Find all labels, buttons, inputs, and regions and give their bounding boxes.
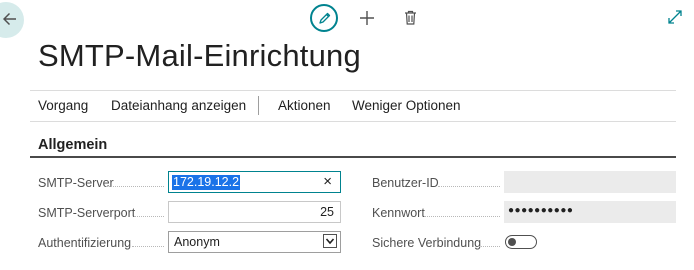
expand-button[interactable] — [668, 10, 682, 29]
password-input[interactable]: ●●●●●●●●●● — [504, 201, 676, 223]
smtp-port-leader — [134, 216, 164, 217]
password-leader — [424, 216, 500, 217]
secure-connection-leader — [478, 246, 500, 247]
password-label: Kennwort — [372, 206, 425, 220]
back-button[interactable] — [0, 2, 24, 38]
delete-button[interactable] — [404, 10, 417, 31]
edit-button[interactable] — [310, 4, 338, 32]
auth-label: Authentifizierung — [38, 236, 132, 250]
action-bar: Vorgang Dateianhang anzeigen Aktionen We… — [30, 90, 676, 122]
secure-connection-toggle[interactable] — [505, 235, 537, 249]
chevron-down-icon[interactable] — [323, 234, 337, 248]
user-id-leader — [438, 186, 500, 187]
smtp-server-leader — [106, 186, 164, 187]
auth-value: Anonym — [174, 235, 220, 249]
action-dateianhang-anzeigen[interactable]: Dateianhang anzeigen — [111, 98, 246, 113]
section-divider — [30, 156, 676, 158]
smtp-server-input[interactable]: 172.19.12.215 × — [168, 171, 341, 193]
password-value: ●●●●●●●●●● — [508, 205, 574, 216]
auth-select[interactable]: Anonym — [168, 231, 341, 253]
expand-icon — [668, 10, 682, 24]
auth-leader — [132, 246, 164, 247]
pencil-icon — [319, 12, 331, 24]
smtp-port-input[interactable]: 25 — [168, 201, 341, 223]
smtp-server-value: 172.19.12.215 — [173, 175, 253, 189]
clear-icon[interactable]: × — [323, 173, 332, 190]
plus-icon — [360, 11, 374, 25]
page-title: SMTP-Mail-Einrichtung — [38, 38, 361, 73]
secure-connection-label: Sichere Verbindung — [372, 236, 482, 250]
smtp-port-value: 25 — [320, 205, 334, 219]
smtp-port-label: SMTP-Serverport — [38, 206, 136, 220]
new-button[interactable] — [359, 10, 375, 31]
user-id-input[interactable] — [504, 171, 676, 193]
toggle-knob — [508, 238, 516, 246]
smtp-server-label: SMTP-Server — [38, 176, 114, 190]
user-id-label: Benutzer-ID — [372, 176, 439, 190]
section-title[interactable]: Allgemein — [38, 137, 107, 153]
action-vorgang[interactable]: Vorgang — [38, 98, 88, 113]
action-aktionen[interactable]: Aktionen — [278, 98, 331, 113]
action-weniger-optionen[interactable]: Weniger Optionen — [352, 98, 461, 113]
action-separator — [258, 96, 259, 115]
arrow-left-icon — [3, 12, 16, 26]
trash-icon — [405, 10, 416, 25]
